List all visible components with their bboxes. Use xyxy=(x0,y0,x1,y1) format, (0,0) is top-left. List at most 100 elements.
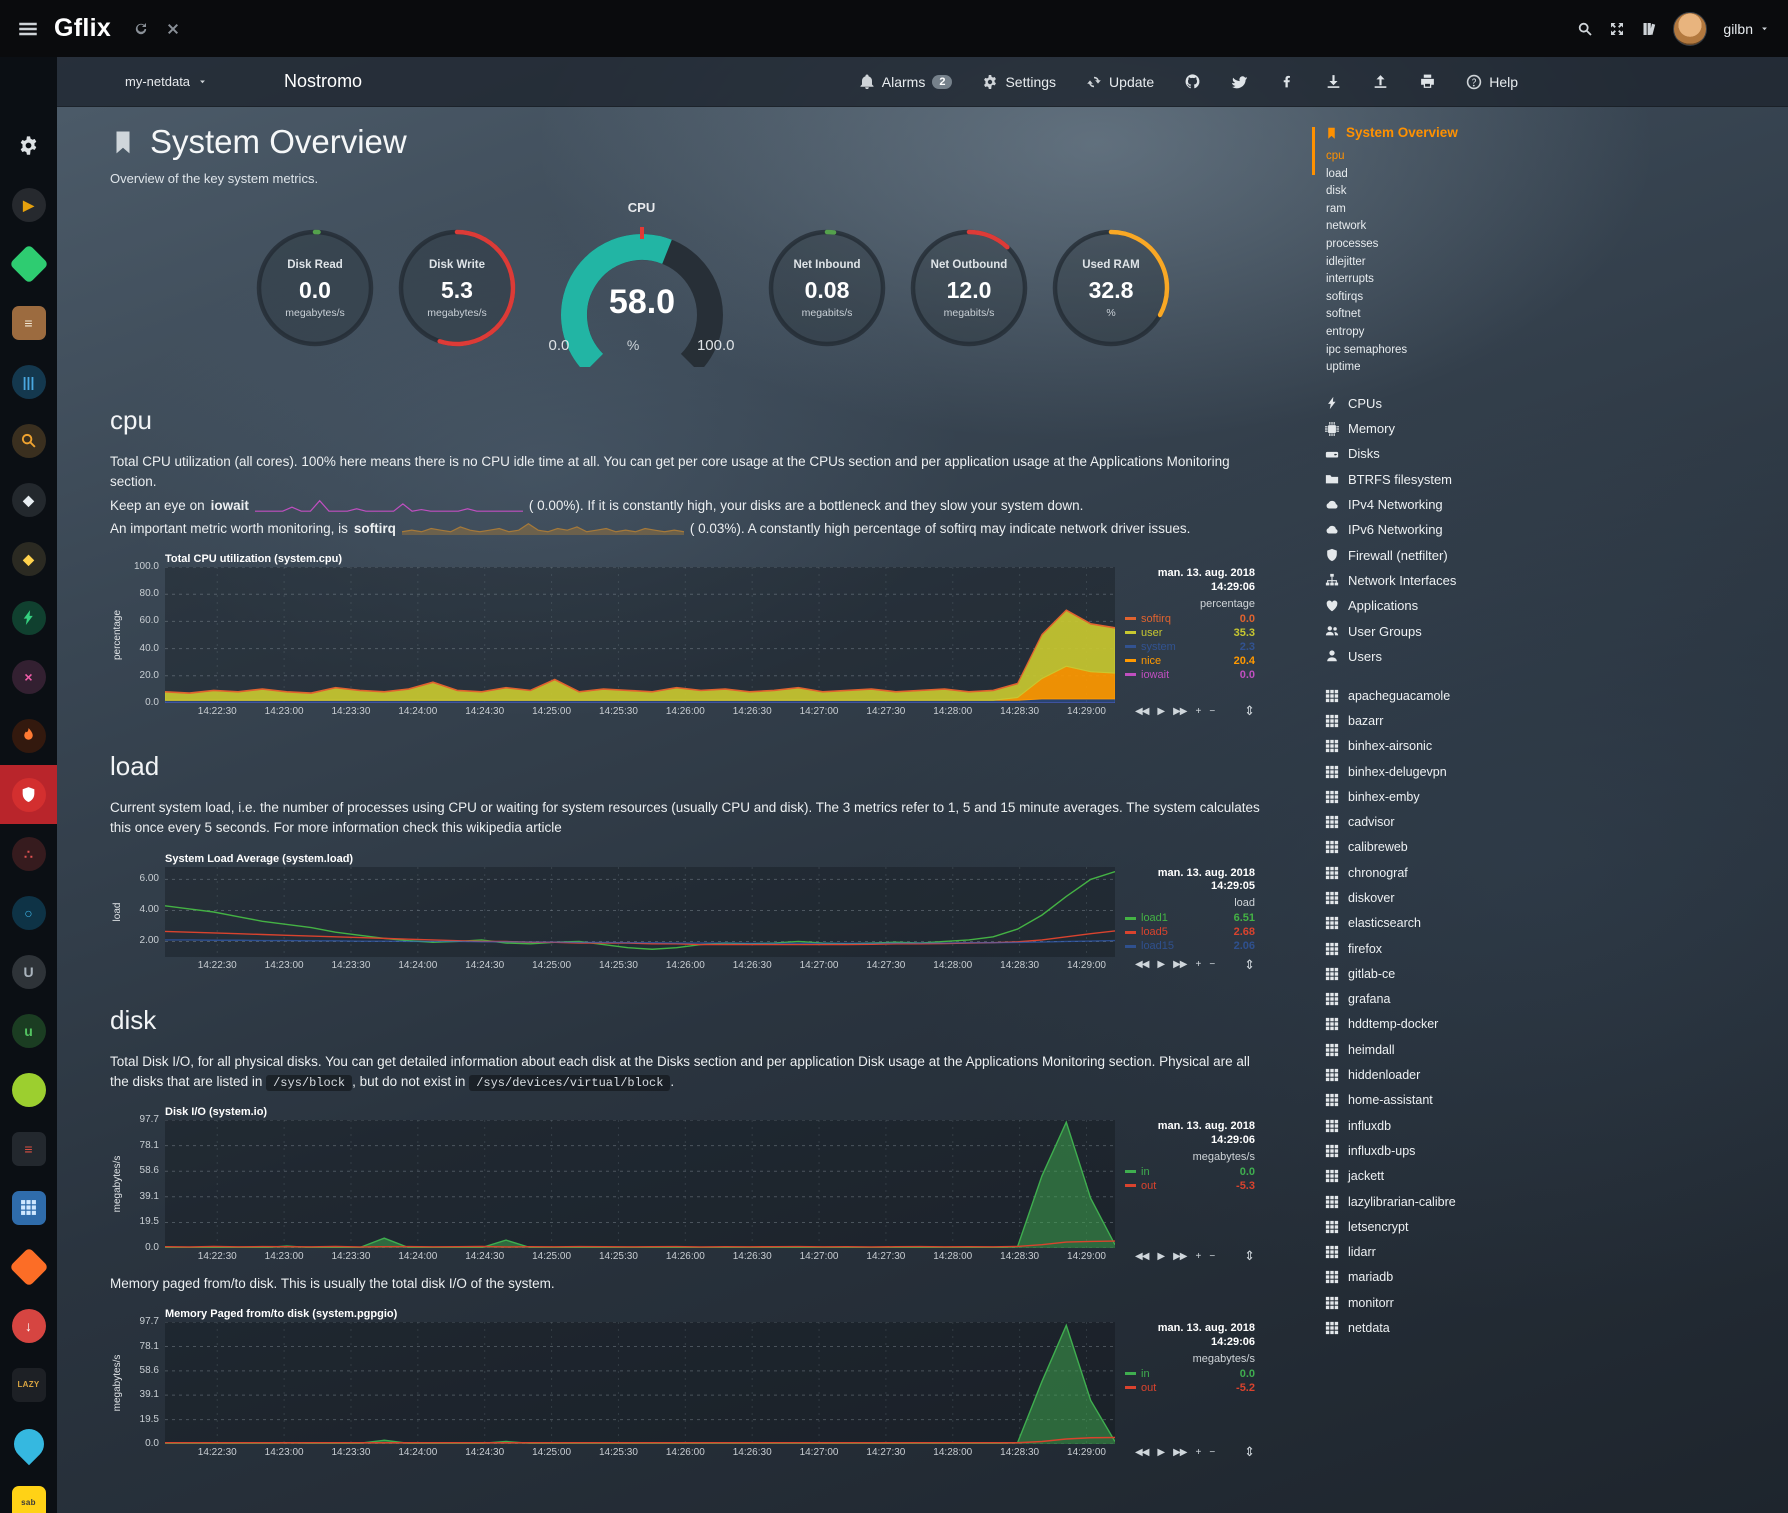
menu-app-monitorr[interactable]: monitorr xyxy=(1325,1290,1575,1315)
menu-item-network[interactable]: network xyxy=(1325,218,1575,236)
menu-app-netdata[interactable]: netdata xyxy=(1325,1315,1575,1340)
menu-app-bazarr[interactable]: bazarr xyxy=(1325,708,1575,733)
app-transmission-icon[interactable]: ∴ xyxy=(0,824,57,883)
menu-app-firefox[interactable]: firefox xyxy=(1325,936,1575,961)
legend-load5[interactable]: load52.68 xyxy=(1125,925,1255,939)
menu-section-firewall-netfilter[interactable]: Firewall (netfilter) xyxy=(1325,543,1575,568)
menu-app-influxdb[interactable]: influxdb xyxy=(1325,1113,1575,1138)
legend-out[interactable]: out-5.2 xyxy=(1125,1381,1255,1395)
collections-icon[interactable] xyxy=(1641,21,1657,37)
resize-handle[interactable]: ⇕ xyxy=(1244,957,1255,973)
menu-section-ipv4-networking[interactable]: IPv4 Networking xyxy=(1325,492,1575,517)
play-button[interactable]: ▶ xyxy=(1157,706,1164,717)
app-bazarr-icon[interactable]: ◆ xyxy=(0,529,57,588)
legend-system[interactable]: system2.3 xyxy=(1125,640,1255,654)
legend-in[interactable]: in0.0 xyxy=(1125,1367,1255,1381)
legend-in[interactable]: in0.0 xyxy=(1125,1165,1255,1179)
legend-load1[interactable]: load16.51 xyxy=(1125,911,1255,925)
legend-nice[interactable]: nice20.4 xyxy=(1125,654,1255,668)
app-unmanic-icon[interactable]: U xyxy=(0,942,57,1001)
gauge-disk-write[interactable]: Disk Write5.3megabytes/s xyxy=(395,226,519,350)
menu-icon[interactable] xyxy=(18,19,38,39)
legend-iowait[interactable]: iowait0.0 xyxy=(1125,668,1255,682)
play-button[interactable]: ▶ xyxy=(1157,1251,1164,1262)
app-plex-icon[interactable]: ▶ xyxy=(0,175,57,234)
menu-item-entropy[interactable]: entropy xyxy=(1325,324,1575,342)
menu-app-calibreweb[interactable]: calibreweb xyxy=(1325,835,1575,860)
update-button[interactable]: Update xyxy=(1086,74,1154,90)
help-button[interactable]: Help xyxy=(1466,74,1518,90)
rewind-button[interactable]: ◀◀ xyxy=(1135,1447,1148,1458)
menu-item-disk[interactable]: disk xyxy=(1325,183,1575,201)
app-drop-icon[interactable] xyxy=(0,1414,57,1473)
app-flame-icon[interactable] xyxy=(0,706,57,765)
app-lime-icon[interactable] xyxy=(0,1060,57,1119)
menu-app-apacheguacamole[interactable]: apacheguacamole xyxy=(1325,683,1575,708)
menu-section-network-interfaces[interactable]: Network Interfaces xyxy=(1325,568,1575,593)
forward-button[interactable]: ▶▶ xyxy=(1173,706,1186,717)
legend-softirq[interactable]: softirq0.0 xyxy=(1125,612,1255,626)
refresh-tab-icon[interactable] xyxy=(133,21,149,37)
app-monitorr-icon[interactable] xyxy=(0,765,57,824)
app-bookstack-icon[interactable]: ≡ xyxy=(0,293,57,352)
menu-item-softirqs[interactable]: softirqs xyxy=(1325,289,1575,307)
menu-app-grafana[interactable]: grafana xyxy=(1325,987,1575,1012)
chart-canvas[interactable] xyxy=(165,567,1115,703)
play-button[interactable]: ▶ xyxy=(1157,959,1164,970)
menu-section-cpus[interactable]: CPUs xyxy=(1325,391,1575,416)
menu-item-processes[interactable]: processes xyxy=(1325,236,1575,254)
gauge-cpu[interactable]: CPU58.00.0%100.0 xyxy=(537,200,747,354)
forward-button[interactable]: ▶▶ xyxy=(1173,1251,1186,1262)
rewind-button[interactable]: ◀◀ xyxy=(1135,1251,1148,1262)
menu-item-ipc-semaphores[interactable]: ipc semaphores xyxy=(1325,342,1575,360)
app-cadvisor-icon[interactable] xyxy=(0,588,57,647)
menu-system-overview[interactable]: System Overview xyxy=(1325,125,1575,140)
settings-gear-icon[interactable] xyxy=(0,116,57,175)
app-gem-icon[interactable] xyxy=(0,234,57,293)
menu-app-lidarr[interactable]: lidarr xyxy=(1325,1240,1575,1265)
menu-section-users[interactable]: Users xyxy=(1325,644,1575,669)
chart-canvas[interactable] xyxy=(165,867,1115,957)
chart-canvas[interactable] xyxy=(165,1120,1115,1248)
close-tab-icon[interactable] xyxy=(165,21,181,37)
app-stats-icon[interactable]: ≡ xyxy=(0,1119,57,1178)
resize-handle[interactable]: ⇕ xyxy=(1244,703,1255,719)
menu-item-idlejitter[interactable]: idlejitter xyxy=(1325,254,1575,272)
menu-app-letsencrypt[interactable]: letsencrypt xyxy=(1325,1214,1575,1239)
app-airsonic-icon[interactable]: ||| xyxy=(0,352,57,411)
zoom-out-button[interactable]: − xyxy=(1209,1251,1214,1262)
home-icon[interactable] xyxy=(0,57,57,116)
app-gitlab-icon[interactable] xyxy=(0,1237,57,1296)
resize-handle[interactable]: ⇕ xyxy=(1244,1248,1255,1264)
menu-section-disks[interactable]: Disks xyxy=(1325,441,1575,466)
facebook-icon[interactable] xyxy=(1278,73,1295,90)
app-handbrake-icon[interactable]: × xyxy=(0,647,57,706)
menu-item-load[interactable]: load xyxy=(1325,166,1575,184)
menu-app-hiddenloader[interactable]: hiddenloader xyxy=(1325,1062,1575,1087)
server-dropdown[interactable]: my-netdata xyxy=(125,74,208,89)
menu-app-binhex-airsonic[interactable]: binhex-airsonic xyxy=(1325,734,1575,759)
menu-app-gitlab-ce[interactable]: gitlab-ce xyxy=(1325,961,1575,986)
resize-handle[interactable]: ⇕ xyxy=(1244,1444,1255,1460)
app-ombi-icon[interactable]: ○ xyxy=(0,883,57,942)
app-sabnzbd-icon[interactable]: sab xyxy=(0,1473,57,1513)
legend-out[interactable]: out-5.3 xyxy=(1125,1179,1255,1193)
menu-section-applications[interactable]: Applications xyxy=(1325,593,1575,618)
app-download-icon[interactable]: ↓ xyxy=(0,1296,57,1355)
zoom-out-button[interactable]: − xyxy=(1209,1447,1214,1458)
zoom-in-button[interactable]: + xyxy=(1195,706,1200,717)
zoom-in-button[interactable]: + xyxy=(1195,959,1200,970)
menu-app-heimdall[interactable]: heimdall xyxy=(1325,1037,1575,1062)
fullscreen-icon[interactable] xyxy=(1609,21,1625,37)
play-button[interactable]: ▶ xyxy=(1157,1447,1164,1458)
app-radarr-icon[interactable]: ◆ xyxy=(0,470,57,529)
menu-app-influxdb-ups[interactable]: influxdb-ups xyxy=(1325,1138,1575,1163)
menu-item-cpu[interactable]: cpu xyxy=(1325,148,1575,166)
chart-canvas[interactable] xyxy=(165,1322,1115,1444)
menu-item-softnet[interactable]: softnet xyxy=(1325,306,1575,324)
menu-item-uptime[interactable]: uptime xyxy=(1325,359,1575,377)
legend-load15[interactable]: load152.06 xyxy=(1125,939,1255,953)
menu-app-binhex-emby[interactable]: binhex-emby xyxy=(1325,784,1575,809)
menu-item-interrupts[interactable]: interrupts xyxy=(1325,271,1575,289)
rewind-button[interactable]: ◀◀ xyxy=(1135,706,1148,717)
